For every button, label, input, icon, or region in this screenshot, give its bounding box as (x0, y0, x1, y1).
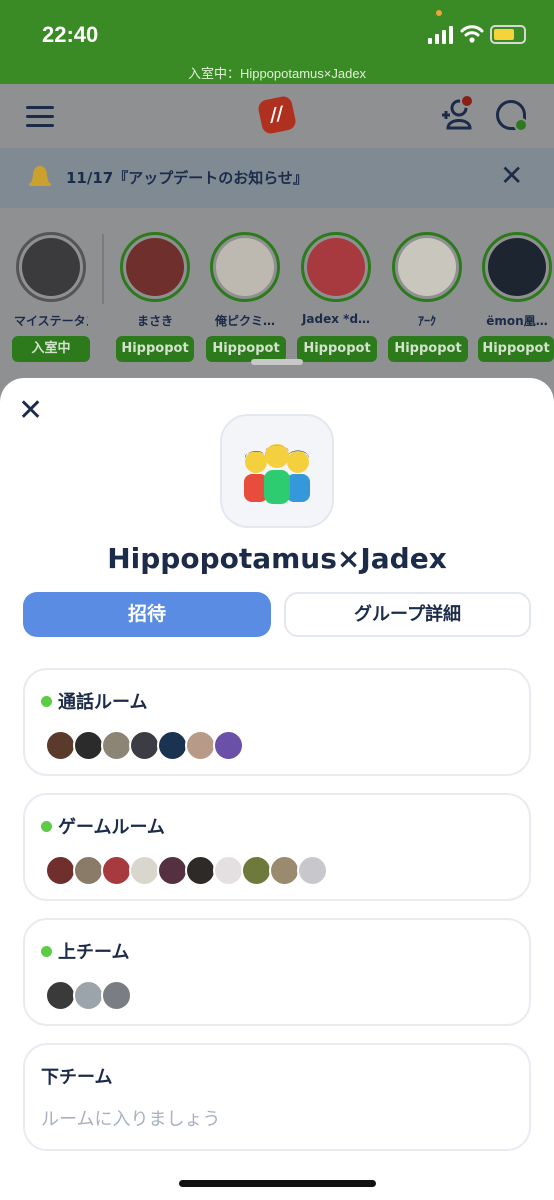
avatar (216, 238, 274, 296)
avatar (73, 980, 104, 1011)
story-avatar-ring (120, 232, 190, 302)
avatar (101, 855, 132, 886)
group-avatar (220, 414, 334, 528)
active-status-dot (41, 821, 52, 832)
room-empty-text: ルームに入りましょう (41, 1109, 221, 1130)
room-card-lower-team[interactable]: 下チーム ルームに入りましょう (23, 1043, 531, 1151)
group-title: Hippopotamus×Jadex (107, 542, 447, 575)
avatar (101, 730, 132, 761)
avatar (398, 238, 456, 296)
in-room-status-text: 入室中：Hippopotamus×Jadex (187, 66, 367, 81)
story-item[interactable]: Jadex *d… (299, 232, 373, 326)
story-avatar-ring (210, 232, 280, 302)
story-name: マイステータス (14, 314, 88, 328)
sheet-drag-handle[interactable] (251, 359, 303, 365)
menu-icon[interactable] (26, 106, 54, 128)
battery-icon (490, 25, 526, 44)
story-avatar-ring (16, 232, 86, 302)
notice-banner[interactable]: 11/17『アップデートのお知らせ』 ✕ (0, 148, 554, 208)
avatar (307, 238, 365, 296)
story-status-tag: Hippopot (116, 336, 194, 362)
active-status-dot (41, 696, 52, 707)
room-card-upper-team[interactable]: 上チーム (23, 918, 531, 1026)
status-stories: マイステータス 入室中 まさき Hippopot 俺ピクミ… Hippopot … (0, 208, 554, 378)
story-name: まさき (136, 314, 173, 328)
stories-divider (102, 234, 104, 304)
story-avatar-ring (482, 232, 552, 302)
group-detail-button[interactable]: グループ詳細 (284, 592, 531, 637)
room-card-game[interactable]: ゲームルーム (23, 793, 531, 901)
avatar (213, 855, 244, 886)
room-title-label: 通話ルーム (58, 692, 148, 713)
cellular-signal-icon (428, 26, 454, 44)
notification-badge (460, 94, 474, 108)
room-title: 通話ルーム (41, 688, 147, 714)
app-header: // (0, 84, 554, 148)
group-bottom-sheet: ✕ Hippopotamus×Jadex 招待 グループ詳細 通話ルーム ゲーム… (0, 378, 554, 1200)
avatar (129, 730, 160, 761)
avatar (157, 730, 188, 761)
story-item[interactable]: ｱｰｸ (390, 232, 464, 329)
room-title: ゲームルーム (41, 813, 165, 839)
story-avatar-ring (392, 232, 462, 302)
avatar (126, 238, 184, 296)
story-name: ｱｰｸ (417, 314, 436, 328)
avatar (45, 980, 76, 1011)
story-status-tag: Hippopot (388, 336, 468, 362)
avatar (129, 855, 160, 886)
story-status-tag: 入室中 (12, 336, 90, 362)
room-title: 下チーム (41, 1063, 112, 1089)
online-status-dot (514, 118, 528, 132)
notice-text: 11/17『アップデートのお知らせ』 (66, 169, 308, 187)
avatar (73, 730, 104, 761)
avatar (297, 855, 328, 886)
room-title: 上チーム (41, 938, 129, 964)
bell-icon (29, 166, 51, 186)
logo-icon: // (256, 94, 298, 136)
avatar (45, 730, 76, 761)
avatar (213, 730, 244, 761)
avatar (269, 855, 300, 886)
avatar (185, 730, 216, 761)
story-item[interactable]: ëmon凰… (480, 232, 554, 329)
home-indicator[interactable] (179, 1180, 376, 1187)
avatar (45, 855, 76, 886)
status-time: 22:40 (42, 22, 99, 47)
close-icon[interactable]: ✕ (18, 396, 43, 426)
story-name: 俺ピクミ… (214, 314, 275, 328)
room-title-label: 上チーム (58, 942, 130, 963)
story-item[interactable]: まさき (118, 232, 192, 329)
story-status-tag: Hippopot (297, 336, 377, 362)
story-item[interactable]: 俺ピクミ… (208, 232, 282, 329)
room-title-label: 下チーム (41, 1067, 113, 1088)
active-status-dot (41, 946, 52, 957)
story-status-tag: Hippopot (478, 336, 554, 362)
notice-close-icon[interactable]: ✕ (500, 162, 523, 190)
room-card-call[interactable]: 通話ルーム (23, 668, 531, 776)
wifi-icon (460, 25, 484, 43)
avatar (73, 855, 104, 886)
privacy-indicator-dot (436, 10, 442, 16)
avatar (157, 855, 188, 886)
story-name: Jadex *d… (301, 312, 371, 326)
avatar (185, 855, 216, 886)
people-group-icon (244, 444, 310, 504)
avatar (22, 238, 80, 296)
room-title-label: ゲームルーム (58, 817, 165, 838)
avatar (488, 238, 546, 296)
story-avatar-ring (301, 232, 371, 302)
invite-button[interactable]: 招待 (23, 592, 271, 637)
avatar (241, 855, 272, 886)
battery-level (494, 29, 514, 40)
avatar (101, 980, 132, 1011)
story-name: ëmon凰… (486, 314, 548, 328)
status-bar: 22:40 入室中：Hippopotamus×Jadex (0, 0, 554, 84)
story-item[interactable]: マイステータス (14, 232, 88, 329)
